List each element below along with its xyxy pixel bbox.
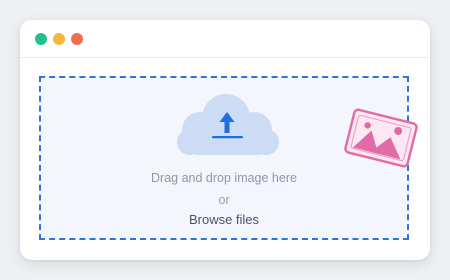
- window-maximize-dot[interactable]: [71, 33, 83, 45]
- window-close-dot[interactable]: [35, 33, 47, 45]
- or-separator: or: [218, 193, 230, 207]
- browse-files-link[interactable]: Browse files: [189, 212, 259, 227]
- window-minimize-dot[interactable]: [53, 33, 65, 45]
- window-titlebar: [20, 20, 430, 58]
- drop-instructions: Drag and drop image here: [151, 171, 297, 185]
- image-photo-icon: [344, 108, 418, 168]
- cloud-upload-icon: [177, 94, 279, 155]
